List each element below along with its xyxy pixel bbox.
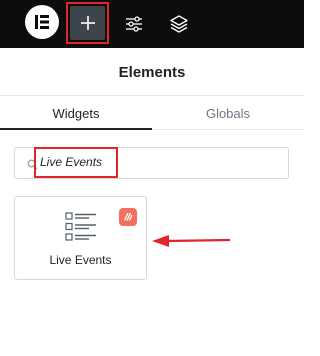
panel-title: Elements	[118, 63, 186, 81]
pro-badge-icon	[119, 208, 137, 226]
active-tab-indicator	[0, 128, 152, 130]
layers-icon[interactable]	[168, 13, 190, 35]
elementor-logo-icon[interactable]	[25, 5, 59, 39]
list-checkbox-icon	[65, 212, 96, 241]
tab-globals[interactable]: Globals	[152, 96, 304, 130]
sliders-icon[interactable]	[123, 13, 145, 35]
search-input[interactable]	[40, 152, 112, 172]
tab-widgets[interactable]: Widgets	[0, 96, 152, 130]
add-element-button[interactable]	[66, 2, 109, 44]
widget-card-live-events[interactable]: Live Events	[14, 196, 147, 280]
tab-divider	[152, 129, 304, 130]
widget-label: Live Events	[49, 253, 112, 267]
annotation-arrow	[152, 235, 231, 247]
panel-tabs: Widgets Globals	[0, 96, 304, 130]
top-toolbar	[0, 0, 304, 48]
plus-icon	[80, 16, 95, 30]
